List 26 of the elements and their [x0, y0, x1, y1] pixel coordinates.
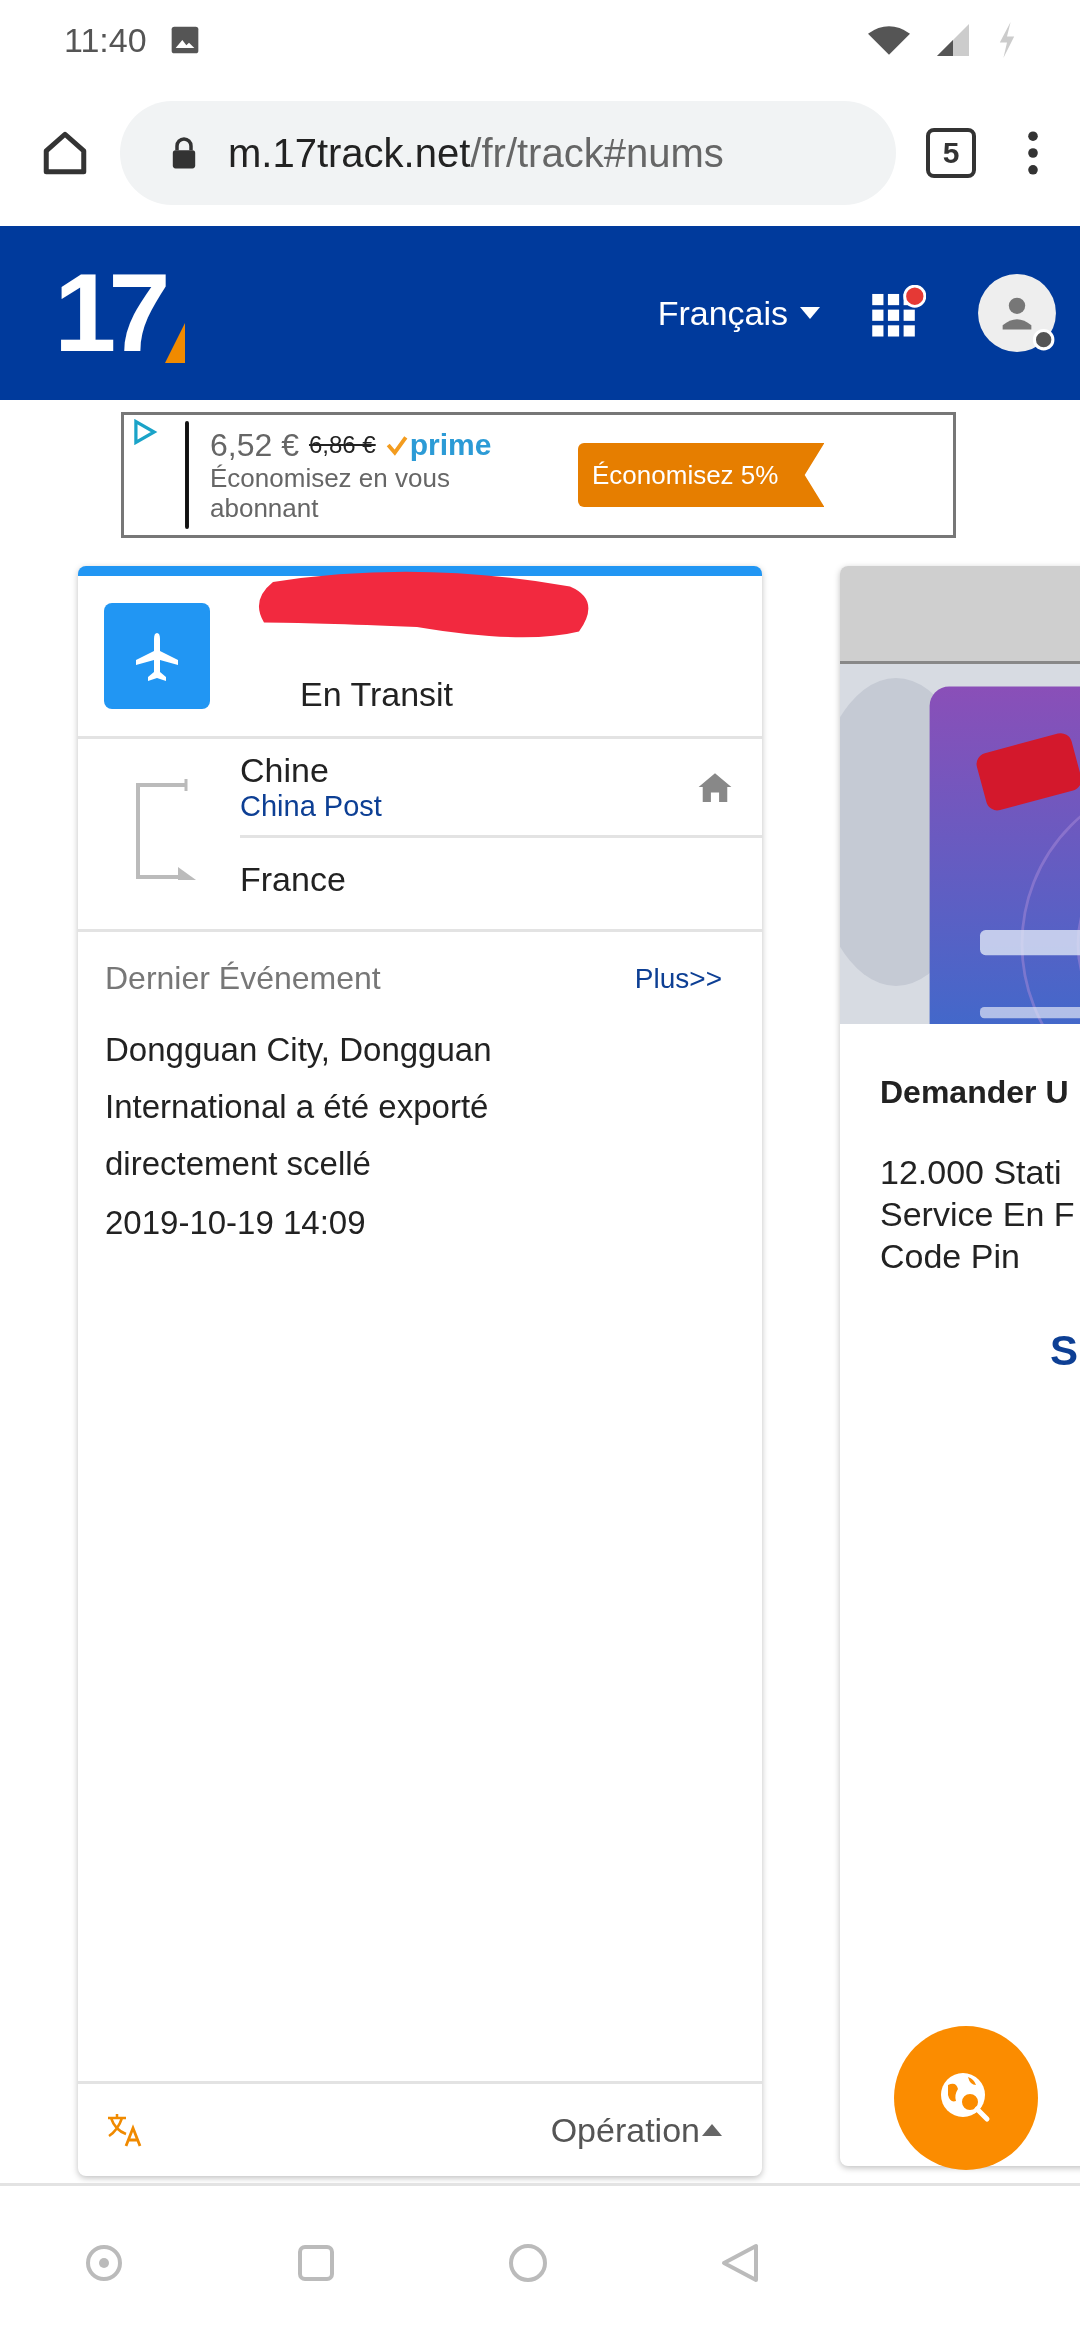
url-text: m.17track.net/fr/track#nums: [228, 130, 724, 176]
site-logo[interactable]: 17: [54, 257, 185, 369]
tracking-status: En Transit: [299, 673, 455, 715]
ad-price: 6,52 €: [210, 426, 299, 464]
promo-title: Demander U: [880, 1074, 1070, 1111]
more-link[interactable]: Plus>>: [634, 962, 722, 995]
promo-text-line: Code Pin: [880, 1236, 1021, 1277]
prime-label: prime: [409, 428, 492, 463]
status-time: 11:40: [64, 20, 147, 60]
event-time: 2019-10-19 14:09: [105, 1204, 367, 1242]
promo-text-line: Service En F: [880, 1194, 1076, 1235]
ad-banner[interactable]: 6,52 € 6,86 € prime Économisez en vous abonnant Économisez 5%: [121, 412, 956, 538]
event-description: Dongguan City, Dongguan International a été exporté directement scellé: [105, 1030, 493, 1184]
section-title: Dernier Événement: [105, 960, 381, 997]
language-dropdown[interactable]: Français: [657, 293, 820, 333]
origin-country: Chine: [240, 751, 330, 790]
tab-count-button[interactable]: 5: [926, 128, 976, 178]
ad-old-price: 6,86 €: [308, 431, 376, 460]
address-bar[interactable]: m.17track.net/fr/track#nums: [120, 101, 896, 205]
promo-text-line: 12.000 Stati: [880, 1152, 1063, 1193]
carrier-link[interactable]: China Post: [240, 790, 698, 823]
operation-button[interactable]: Opération: [550, 2110, 722, 2150]
ad-description: Économisez en vous abonnant: [210, 463, 451, 524]
promo-link[interactable]: S: [1050, 1327, 1080, 1375]
promo-card[interactable]: Demander U 12.000 Stati Service En F Code Pin S: [840, 566, 1080, 2166]
destination-country: France: [240, 860, 347, 899]
